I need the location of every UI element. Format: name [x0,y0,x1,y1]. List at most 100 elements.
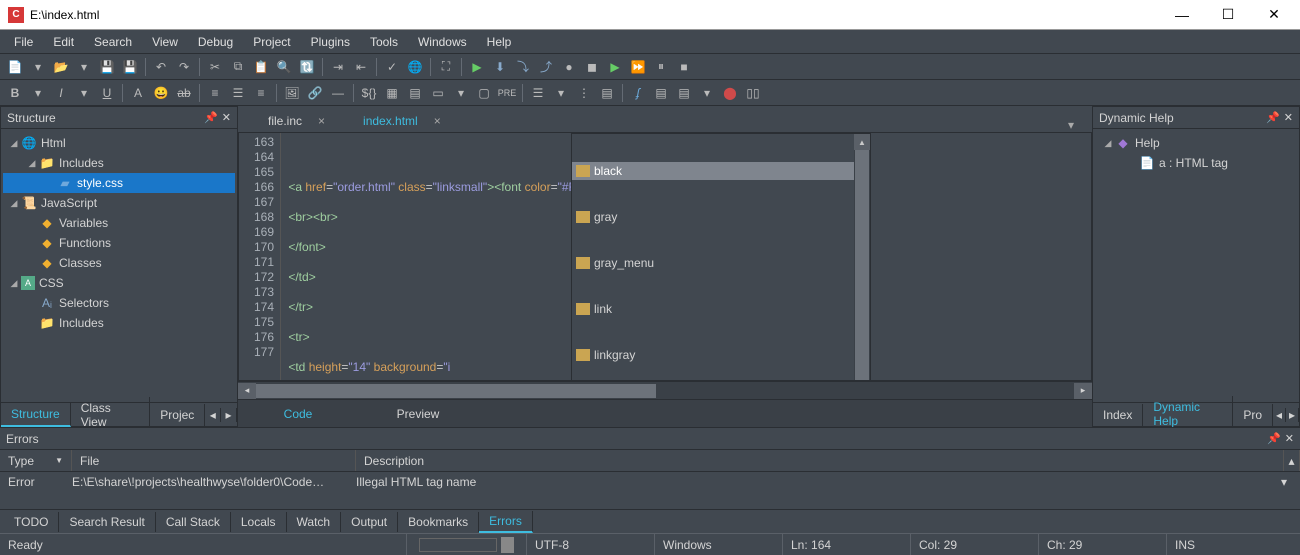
pause-icon[interactable]: ⏸ [650,56,672,78]
close-tab-icon[interactable]: × [318,114,325,128]
tab-project[interactable]: Projec [150,404,205,426]
italic-icon[interactable]: I [50,82,72,104]
close-panel-icon[interactable]: ✕ [1284,111,1293,124]
new-file-icon[interactable]: 📄 [4,56,26,78]
replace-icon[interactable]: 🔃 [296,56,318,78]
view-tab-preview[interactable]: Preview [358,400,478,427]
btab-locals[interactable]: Locals [231,512,287,532]
tab-classview[interactable]: Class View [71,397,151,428]
status-encoding[interactable]: UTF-8 [526,534,654,555]
pin-icon[interactable]: 📌 [1267,432,1281,445]
bold-icon[interactable]: B [4,82,26,104]
ul-icon[interactable]: ▤ [596,82,618,104]
ac-scroll-up-icon[interactable]: ▲ [854,134,870,150]
strike-icon[interactable]: ab [173,82,195,104]
browser-icon[interactable]: 🌐 [404,56,426,78]
ac-scroll-thumb[interactable] [855,150,869,380]
debug-stop-icon[interactable]: ■ [673,56,695,78]
form-icon[interactable]: ▭ [427,82,449,104]
hscroll-right-icon[interactable]: ▸ [1074,383,1092,399]
step-out-icon[interactable]: ⤴ [535,56,557,78]
ac-item-gray[interactable]: gray [572,208,870,226]
menu-view[interactable]: View [142,32,188,52]
view-tab-code[interactable]: Code [238,400,358,427]
autocomplete-popup[interactable]: black gray gray_menu link linkgray links… [571,133,871,380]
error-row[interactable]: Error E:\E\share\!projects\healthwyse\fo… [0,472,1300,492]
frames-icon[interactable]: ▦ [381,82,403,104]
close-button[interactable]: ✕ [1260,5,1288,25]
errors-scroll-down-icon[interactable]: ▾ [1276,475,1292,489]
tree-variables[interactable]: ◆Variables [3,213,235,233]
tab-dynamichelp[interactable]: Dynamic Help [1143,396,1233,428]
tab-index[interactable]: Index [1093,404,1143,426]
menu-search[interactable]: Search [84,32,142,52]
ac-item-linkgray[interactable]: linkgray [572,346,870,364]
outdent-icon[interactable]: ⇤ [350,56,372,78]
save-all-icon[interactable]: 💾 [119,56,141,78]
tree-functions[interactable]: ◆Functions [3,233,235,253]
status-eol[interactable]: Windows [654,534,782,555]
undo-icon[interactable]: ↶ [150,56,172,78]
structure-tree[interactable]: ◢🌐Html ◢📁Includes ▰style.css ◢📜JavaScrip… [1,129,237,402]
cut-icon[interactable]: ✂ [204,56,226,78]
btab-bookmarks[interactable]: Bookmarks [398,512,479,532]
save-icon[interactable]: 💾 [96,56,118,78]
hr-icon[interactable]: — [327,82,349,104]
tree-classes[interactable]: ◆Classes [3,253,235,273]
paste-icon[interactable]: 📋 [250,56,272,78]
font-icon[interactable]: A [127,82,149,104]
align-center-icon[interactable]: ☰ [227,82,249,104]
copy-icon[interactable]: ⧉ [227,56,249,78]
list-dropdown-icon[interactable]: ▾ [550,82,572,104]
new-dropdown-icon[interactable]: ▾ [27,56,49,78]
underline-icon[interactable]: U [96,82,118,104]
event-icon[interactable]: ▤ [650,82,672,104]
tab-indexhtml[interactable]: index.html× [345,110,459,132]
menu-project[interactable]: Project [243,32,300,52]
minimize-button[interactable]: — [1168,5,1196,25]
btab-watch[interactable]: Watch [287,512,342,532]
php-icon[interactable]: ▤ [673,82,695,104]
maximize-button[interactable]: ☐ [1214,5,1242,25]
tree-css[interactable]: ◢ACSS [3,273,235,293]
tab-scroll-left[interactable]: ◂ [1273,408,1286,422]
close-panel-icon[interactable]: ✕ [1285,432,1294,445]
pin-icon[interactable]: 📌 [1266,111,1280,124]
fullscreen-icon[interactable]: ⛶ [435,56,457,78]
col-file[interactable]: File [72,450,356,471]
input-icon[interactable]: ▢ [473,82,495,104]
tab-scroll-left[interactable]: ◂ [205,408,221,422]
menu-windows[interactable]: Windows [408,32,477,52]
form-dropdown-icon[interactable]: ▾ [450,82,472,104]
btab-searchresult[interactable]: Search Result [59,512,155,532]
tab-pro[interactable]: Pro [1233,404,1273,426]
errors-header-row[interactable]: Type ▼ File Description ▴ [0,450,1300,472]
menu-debug[interactable]: Debug [188,32,243,52]
menu-edit[interactable]: Edit [43,32,84,52]
run-icon[interactable]: ▶ [466,56,488,78]
font-color-icon[interactable]: 😀 [150,82,172,104]
redo-icon[interactable]: ↷ [173,56,195,78]
status-ins[interactable]: INS [1166,534,1300,555]
pre-icon[interactable]: PRE [496,82,518,104]
tab-scroll-right[interactable]: ▸ [1286,408,1299,422]
tree-includes[interactable]: ◢📁Includes [3,153,235,173]
script-icon[interactable]: ʄ [627,82,649,104]
close-tab-icon[interactable]: × [434,114,441,128]
tree-javascript[interactable]: ◢📜JavaScript [3,193,235,213]
pin-icon[interactable]: 📌 [204,111,218,124]
tree-html[interactable]: ◢🌐Html [3,133,235,153]
ac-item-graymenu[interactable]: gray_menu [572,254,870,272]
indent-icon[interactable]: ⇥ [327,56,349,78]
continue-icon[interactable]: ▶ [604,56,626,78]
col-desc[interactable]: Description [356,450,1284,471]
fast-forward-icon[interactable]: ⏩ [627,56,649,78]
step-over-icon[interactable]: ⤵ [512,56,534,78]
menu-tools[interactable]: Tools [360,32,408,52]
col-type[interactable]: Type ▼ [0,450,72,471]
help-root[interactable]: ◢◆Help [1097,133,1295,153]
image-icon[interactable]: 🖼 [281,82,303,104]
ac-item-black[interactable]: black [572,162,870,180]
help-item-a[interactable]: 📄a : HTML tag [1097,153,1295,173]
errors-scroll-up-icon[interactable]: ▴ [1284,450,1300,471]
